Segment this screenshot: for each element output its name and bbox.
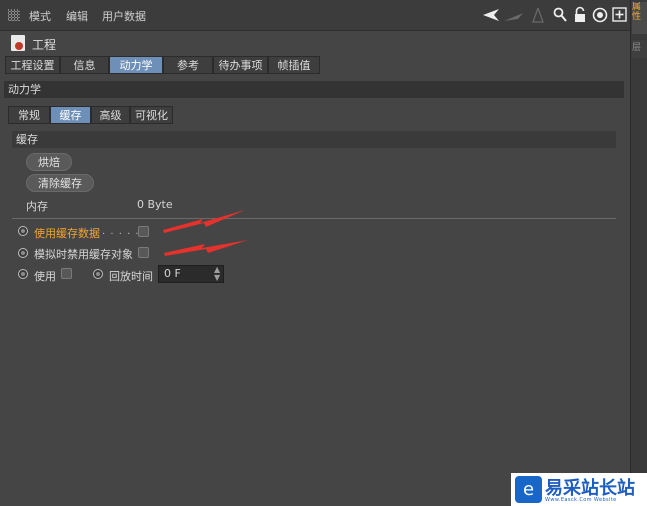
lock-icon[interactable] xyxy=(574,6,586,23)
annotation-arrows xyxy=(163,210,248,256)
project-icon xyxy=(11,35,25,51)
disable-cached-label: 模拟时禁用缓存对象 xyxy=(34,248,133,261)
forward-arrow-icon[interactable] xyxy=(504,13,523,21)
enable-label: 使用 xyxy=(34,270,56,283)
watermark-logo-icon: e xyxy=(515,476,542,503)
playback-time-label: 回放时间 xyxy=(109,270,153,283)
subtab-cache[interactable]: 缓存 xyxy=(50,106,91,124)
nav-arrows xyxy=(483,8,544,23)
playback-anim-radio[interactable] xyxy=(93,269,103,279)
search-icon[interactable] xyxy=(553,7,567,23)
watermark-url: Www.Easck.Com Website xyxy=(545,497,617,503)
use-cache-dots: . . . . . xyxy=(102,226,140,237)
red-arrow-2 xyxy=(164,240,248,256)
page-title: 工程 xyxy=(32,38,57,52)
disable-cached-anim-radio[interactable] xyxy=(18,248,28,258)
memory-label: 内存 xyxy=(26,200,48,213)
disable-cached-checkbox[interactable] xyxy=(138,247,149,258)
subtab-general[interactable]: 常规 xyxy=(8,106,50,124)
tab-project-settings[interactable]: 工程设置 xyxy=(5,56,60,74)
use-cache-anim-radio[interactable] xyxy=(18,226,28,236)
enable-anim-radio[interactable] xyxy=(18,269,28,279)
red-arrow-1 xyxy=(163,210,245,233)
target-icon[interactable] xyxy=(592,7,608,23)
subtab-visualization[interactable]: 可视化 xyxy=(130,106,173,124)
playback-time-spinner[interactable]: ▲ ▼ xyxy=(214,266,220,282)
menu-mode[interactable]: 模式 xyxy=(29,8,51,24)
divider xyxy=(12,218,616,219)
side-tab-attributes[interactable]: 属性 xyxy=(632,2,647,34)
subtab-advanced[interactable]: 高级 xyxy=(91,106,130,124)
up-arrow-icon[interactable] xyxy=(532,8,544,23)
tab-info[interactable]: 信息 xyxy=(60,56,109,74)
menu-edit[interactable]: 编辑 xyxy=(66,8,88,24)
cache-group-title: 缓存 xyxy=(12,131,616,148)
new-panel-icon[interactable] xyxy=(612,7,627,22)
enable-checkbox[interactable] xyxy=(61,268,72,279)
use-cache-label: 使用缓存数据 xyxy=(34,227,100,240)
tab-reference[interactable]: 参考 xyxy=(163,56,213,74)
tab-dynamics[interactable]: 动力学 xyxy=(109,56,163,74)
clear-cache-button[interactable]: 清除缓存 xyxy=(26,174,94,192)
right-side-panel xyxy=(630,0,647,506)
tab-frame-interpolation[interactable]: 帧插值 xyxy=(268,56,320,74)
side-tab-layers[interactable]: 层 xyxy=(632,40,647,58)
use-cache-checkbox[interactable] xyxy=(138,226,149,237)
back-arrow-icon[interactable] xyxy=(483,9,499,21)
tab-todo[interactable]: 待办事项 xyxy=(213,56,268,74)
bake-button[interactable]: 烘焙 xyxy=(26,153,72,171)
section-title: 动力学 xyxy=(4,81,624,98)
menu-user-data[interactable]: 用户数据 xyxy=(102,8,146,24)
grip-icon[interactable] xyxy=(8,9,20,21)
